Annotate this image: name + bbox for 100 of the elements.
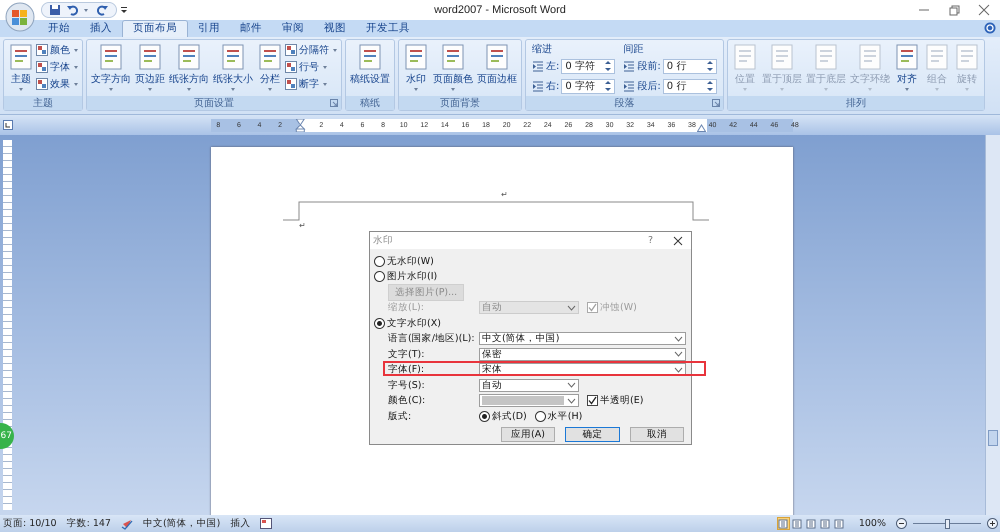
ribbon-button[interactable]: 分隔符: [285, 43, 339, 57]
dropdown-field[interactable]: 中文(简体，中国): [479, 332, 686, 346]
page-view-icon: [820, 518, 830, 528]
view-button[interactable]: [776, 517, 790, 530]
ribbon-tab[interactable]: 页面布局: [122, 20, 188, 37]
indent-icon: [623, 60, 636, 72]
ribbon-button[interactable]: 文字方向: [89, 42, 133, 96]
spin-field[interactable]: 0 字符: [561, 58, 616, 74]
color-dropdown[interactable]: [479, 394, 579, 408]
group-label: 主题: [33, 96, 53, 110]
ribbon-tab[interactable]: 邮件: [230, 21, 272, 37]
close-icon[interactable]: [673, 236, 683, 246]
zoom-in-icon[interactable]: [987, 518, 998, 529]
ribbon-button[interactable]: 行号: [285, 60, 339, 74]
page-icon: [8, 43, 34, 71]
save-icon[interactable]: [49, 4, 61, 16]
tab-selector-icon[interactable]: [3, 120, 13, 130]
page-icon: [357, 43, 383, 71]
field-label: 字号(S):: [388, 378, 426, 392]
radio-label: 图片水印(I): [387, 270, 438, 284]
ribbon-button[interactable]: 颜色: [36, 43, 80, 57]
small-tile-icon: [285, 44, 297, 56]
launcher-icon[interactable]: [330, 99, 338, 107]
page-icon: [220, 43, 246, 71]
redo-icon[interactable]: [96, 4, 108, 16]
ribbon-tab[interactable]: 审阅: [272, 21, 314, 37]
field-label: 字体(F):: [388, 363, 426, 376]
caret-icon: [84, 8, 88, 12]
view-button[interactable]: [804, 517, 818, 530]
group-label: 页面背景: [440, 96, 480, 110]
spinner-icon: [706, 80, 713, 92]
spin-field[interactable]: 0 行: [662, 78, 717, 94]
ribbon-button[interactable]: 页边距: [133, 42, 167, 96]
ribbon-button[interactable]: 纸张方向: [167, 42, 211, 96]
ribbon-tab[interactable]: 开发工具: [356, 21, 420, 37]
zoom-level[interactable]: 100%: [858, 518, 886, 529]
checkbox-label: 半透明(E): [600, 394, 644, 408]
spinner-icon: [605, 60, 612, 72]
ribbon-tab[interactable]: 引用: [188, 21, 230, 37]
ribbon-button[interactable]: 对齐: [892, 42, 922, 96]
radio-label: 无水印(W): [387, 254, 434, 268]
small-tile-icon: [36, 78, 48, 90]
page-icon: [856, 43, 883, 71]
spin-field[interactable]: 0 字符: [561, 78, 616, 94]
scroll-thumb[interactable]: [988, 430, 998, 446]
close-icon[interactable]: [978, 4, 990, 16]
page-icon: [954, 43, 980, 71]
spin-label: 左:: [546, 60, 560, 73]
status-text: 字数: 147: [66, 517, 111, 530]
view-button[interactable]: [832, 517, 846, 530]
dialog-button[interactable]: 取消: [630, 426, 684, 442]
ribbon-tab[interactable]: 插入: [80, 21, 122, 37]
ribbon-button[interactable]: 页面颜色: [431, 42, 475, 96]
ribbon-button[interactable]: 主题: [6, 42, 36, 96]
spin-field[interactable]: 0 行: [662, 58, 717, 74]
radio-button[interactable]: [374, 256, 385, 267]
chevron-icon: [567, 304, 576, 311]
ribbon-button[interactable]: 效果: [36, 77, 80, 91]
restore-icon[interactable]: [948, 4, 960, 16]
help-icon[interactable]: [984, 22, 996, 34]
radio-label: 文字水印(X): [387, 316, 441, 330]
ribbon-button[interactable]: 页面边框: [475, 42, 519, 96]
undo-icon[interactable]: [67, 4, 79, 16]
page-icon: [440, 43, 466, 71]
view-button[interactable]: [818, 517, 832, 530]
dropdown-field[interactable]: 自动: [479, 378, 579, 392]
field-label: 文字(T):: [388, 348, 426, 361]
macro-icon[interactable]: [260, 518, 272, 529]
page-view-icon: [778, 518, 788, 528]
view-button[interactable]: [790, 517, 804, 530]
radio-button[interactable]: [374, 271, 385, 282]
launcher-icon[interactable]: [712, 99, 720, 107]
group-label: 稿纸: [360, 96, 380, 110]
group-label: 页面设置: [194, 96, 234, 110]
customize-icon[interactable]: [120, 5, 128, 15]
floating-ball: 67: [0, 423, 14, 449]
ribbon-tab[interactable]: 开始: [38, 21, 80, 37]
radio-button[interactable]: [374, 318, 385, 329]
ribbon-button[interactable]: 断字: [285, 77, 339, 91]
radio-button[interactable]: [534, 410, 546, 422]
dropdown-field[interactable]: 保密: [479, 348, 686, 361]
ribbon-button[interactable]: 字体: [36, 60, 80, 74]
checkbox-label: 冲蚀(W): [600, 301, 637, 314]
slider-thumb[interactable]: [945, 518, 950, 528]
dialog-button[interactable]: 确定: [565, 426, 620, 442]
help-button[interactable]: ?: [648, 235, 653, 246]
zoom-out-icon[interactable]: [896, 518, 907, 529]
ribbon-button[interactable]: 稿纸设置: [348, 42, 392, 96]
ribbon-button[interactable]: 水印: [401, 42, 431, 96]
page-icon: [257, 43, 283, 71]
small-tile-icon: [36, 61, 48, 73]
checkbox[interactable]: [587, 395, 598, 406]
ribbon-button[interactable]: 纸张大小: [211, 42, 255, 96]
small-tile-icon: [285, 78, 297, 90]
ribbon-button[interactable]: 分栏: [255, 42, 285, 96]
radio-button[interactable]: [479, 410, 490, 422]
dialog-button[interactable]: 应用(A): [501, 426, 555, 442]
right-indent-marker[interactable]: [697, 124, 706, 132]
ribbon-tab[interactable]: 视图: [314, 21, 356, 37]
proofing-icon[interactable]: [120, 518, 133, 530]
